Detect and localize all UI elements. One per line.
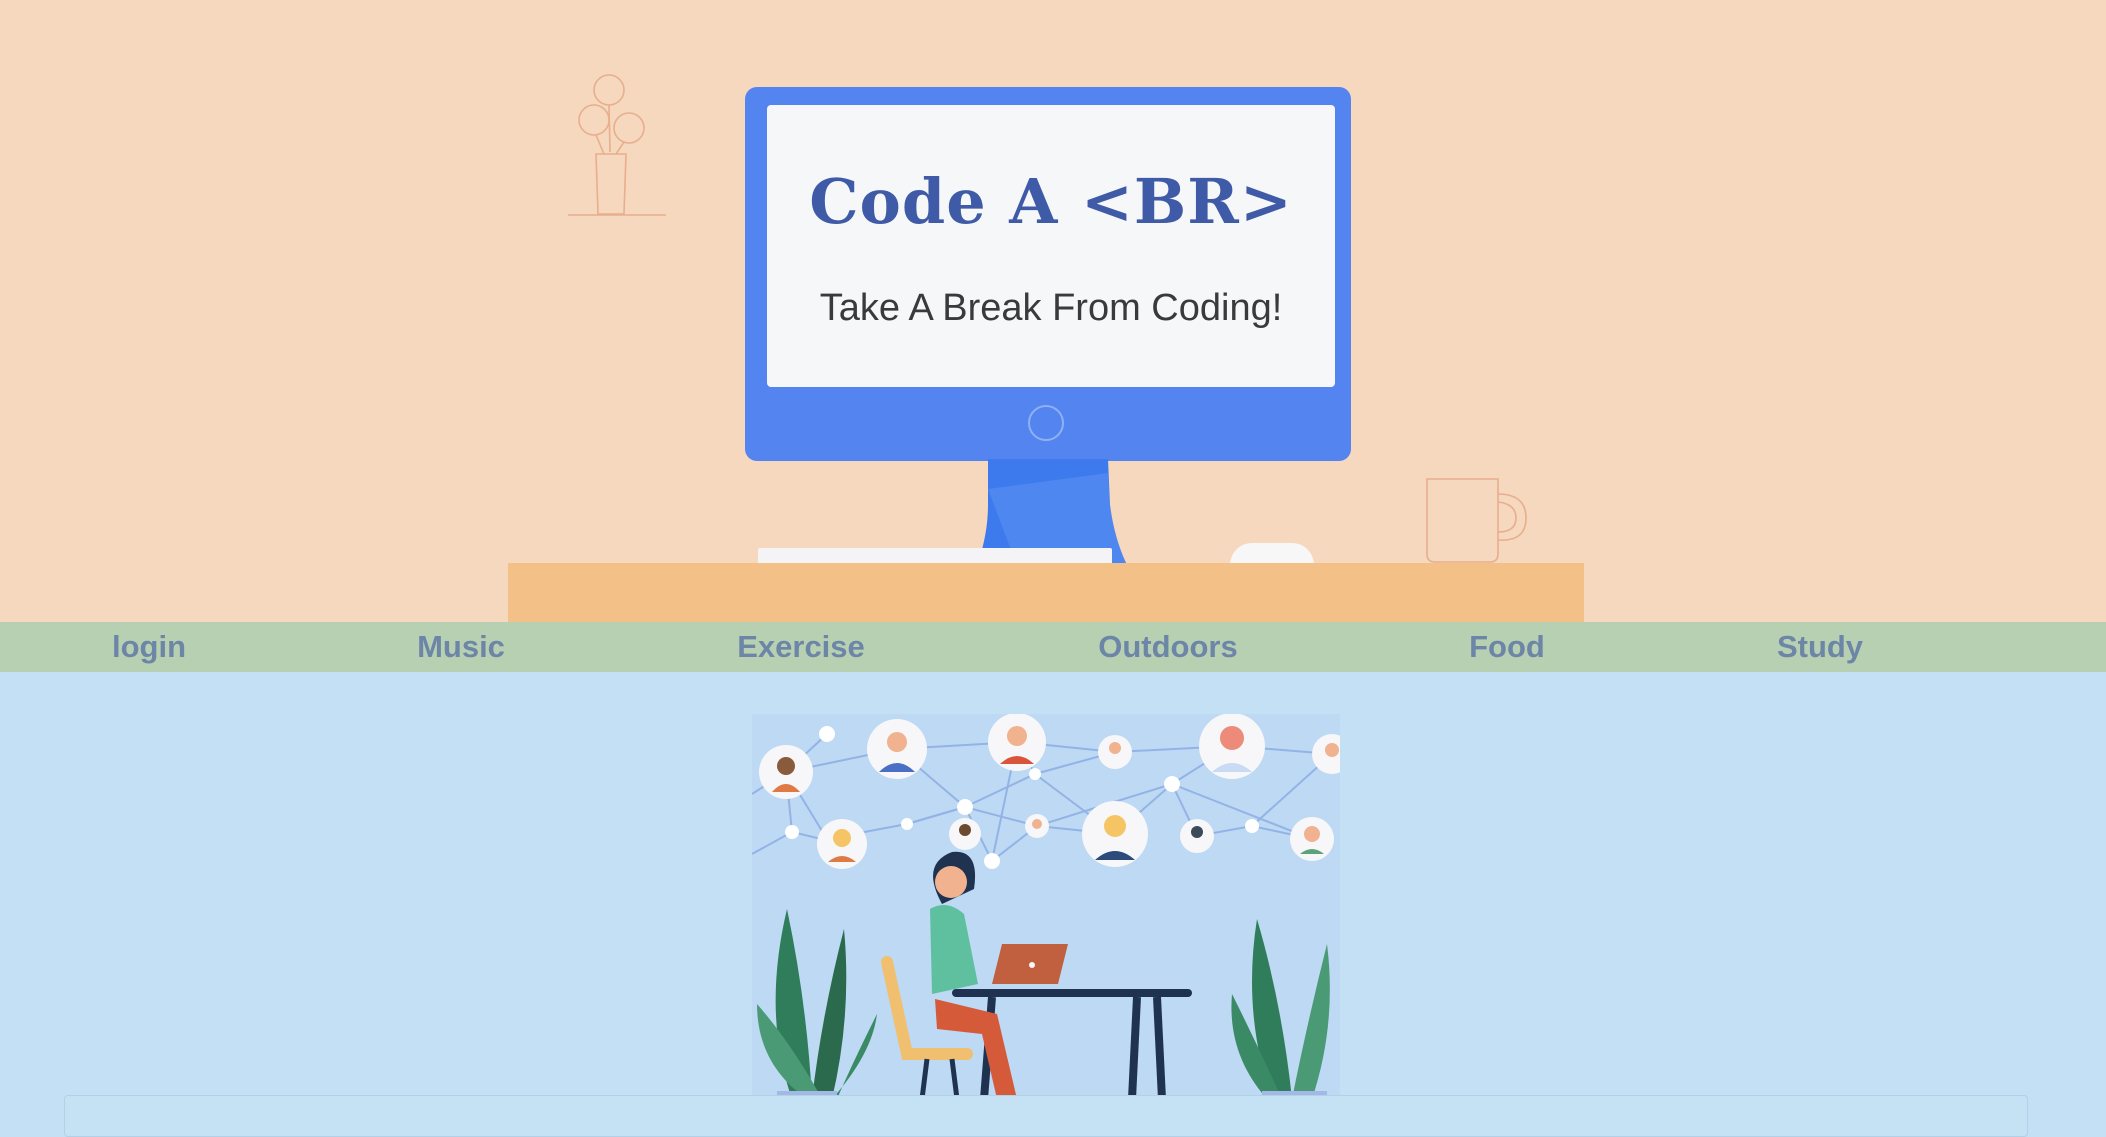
power-button-icon xyxy=(1028,405,1064,441)
site-tagline: Take A Break From Coding! xyxy=(819,287,1283,329)
monitor-screen: Code A <BR> Take A Break From Coding! xyxy=(767,105,1335,387)
content-panel xyxy=(64,1095,2028,1137)
nav-food[interactable]: Food xyxy=(1469,622,1545,672)
keyboard-icon xyxy=(758,548,1112,564)
nav-exercise[interactable]: Exercise xyxy=(737,622,865,672)
main-nav: login Music Exercise Outdoors Food Study xyxy=(0,622,2106,672)
nav-music[interactable]: Music xyxy=(417,622,505,672)
nav-login[interactable]: login xyxy=(112,622,186,672)
nav-study[interactable]: Study xyxy=(1777,622,1863,672)
site-title: Code A <BR> xyxy=(809,165,1293,238)
desk xyxy=(508,563,1584,622)
main-content xyxy=(0,672,2106,1137)
nav-outdoors[interactable]: Outdoors xyxy=(1098,622,1238,672)
hero-banner: Code A <BR> Take A Break From Coding! xyxy=(0,0,2106,622)
mug-icon xyxy=(1426,478,1527,563)
monitor: Code A <BR> Take A Break From Coding! xyxy=(745,87,1351,461)
social-network-illustration xyxy=(752,714,1340,1099)
flower-vase-icon xyxy=(568,74,666,216)
